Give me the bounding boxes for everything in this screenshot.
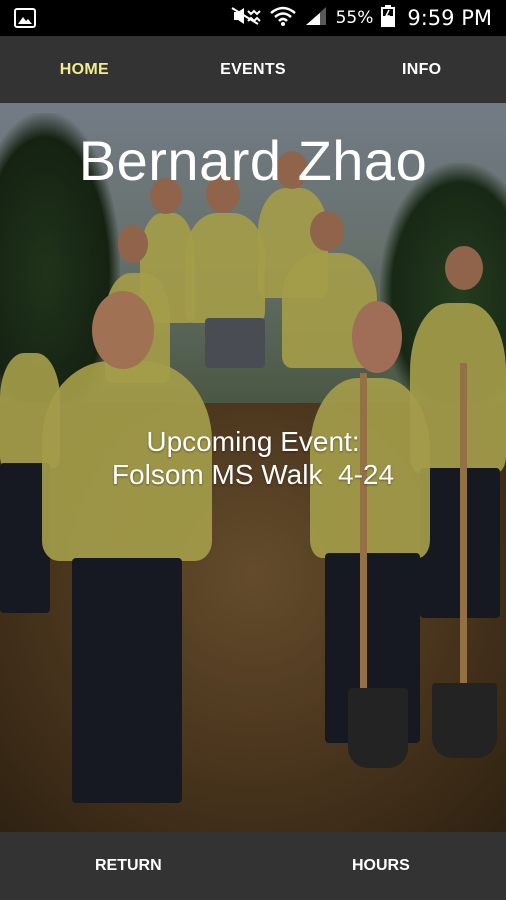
status-bar: 55% 9:59 PM — [0, 0, 506, 36]
profile-name: Bernard Zhao — [78, 129, 428, 192]
upcoming-event: Upcoming Event: Folsom MS Walk 4-24 — [0, 425, 506, 491]
upcoming-event-name: Folsom MS Walk 4-24 — [111, 459, 395, 490]
wifi-icon — [269, 6, 296, 31]
hours-button[interactable]: HOURS — [352, 832, 410, 900]
tab-events[interactable]: EVENTS — [169, 61, 338, 79]
clock: 9:59 PM — [407, 6, 492, 30]
hero-photo: Bernard Zhao Upcoming Event: Folsom MS W… — [0, 103, 506, 832]
top-tab-bar: HOME EVENTS INFO — [0, 36, 506, 103]
bottom-action-bar: RETURN HOURS — [0, 832, 506, 900]
signal-icon — [304, 6, 328, 31]
tab-home[interactable]: HOME — [0, 61, 169, 79]
mute-icon — [230, 6, 262, 31]
battery-icon — [381, 4, 396, 32]
return-button[interactable]: RETURN — [95, 832, 162, 900]
battery-percent: 55% — [335, 8, 374, 28]
tab-info[interactable]: INFO — [337, 61, 506, 79]
gallery-icon — [14, 8, 36, 28]
upcoming-event-heading: Upcoming Event: — [146, 426, 360, 457]
